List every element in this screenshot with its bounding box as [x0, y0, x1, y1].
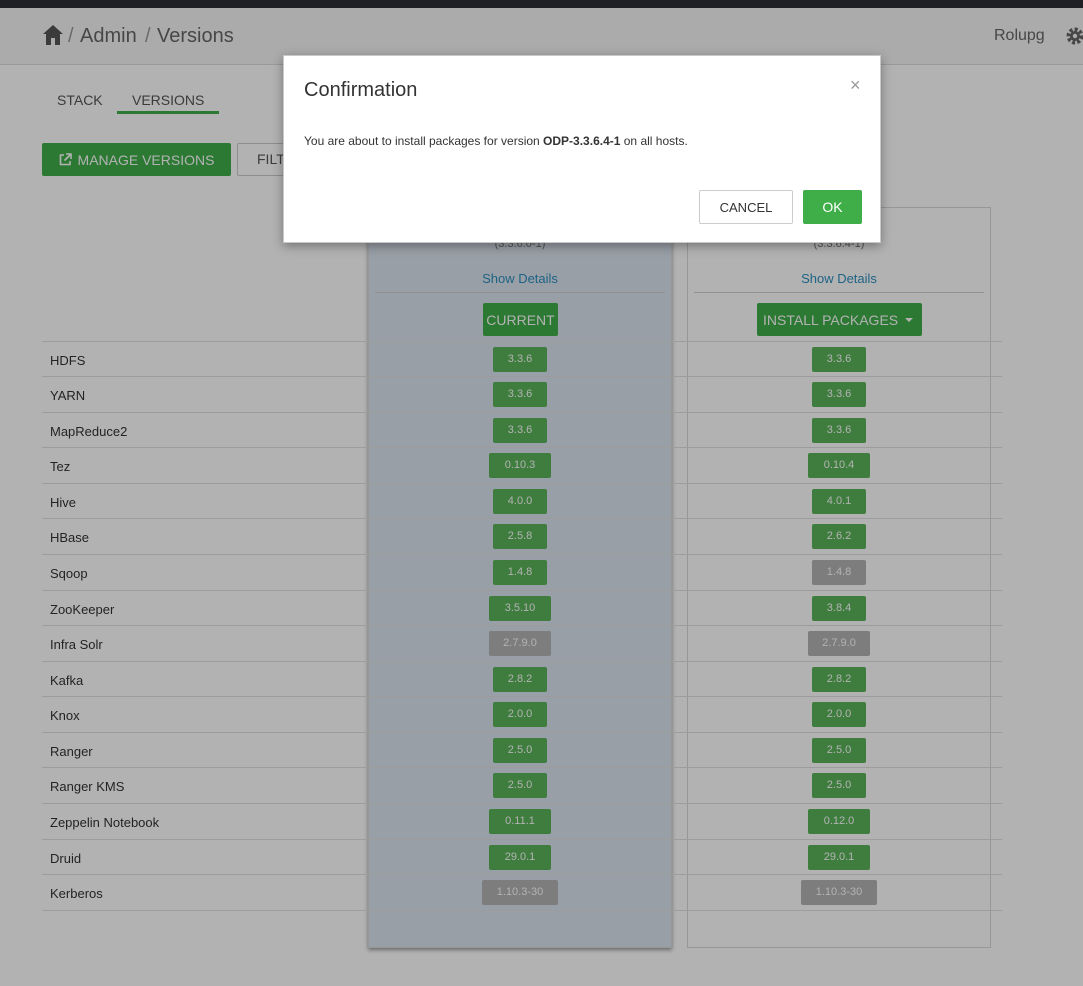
confirmation-dialog: Confirmation × You are about to install … — [283, 55, 881, 243]
cancel-button[interactable]: CANCEL — [699, 190, 793, 224]
dialog-version: ODP-3.3.6.4-1 — [543, 134, 621, 148]
dialog-message-prefix: You are about to install packages for ve… — [304, 134, 544, 148]
dialog-message-suffix: on all hosts. — [620, 134, 688, 148]
dialog-message: You are about to install packages for ve… — [304, 134, 688, 148]
dialog-title: Confirmation — [304, 79, 418, 101]
ok-button[interactable]: OK — [803, 190, 862, 224]
close-icon[interactable]: × — [850, 76, 861, 94]
